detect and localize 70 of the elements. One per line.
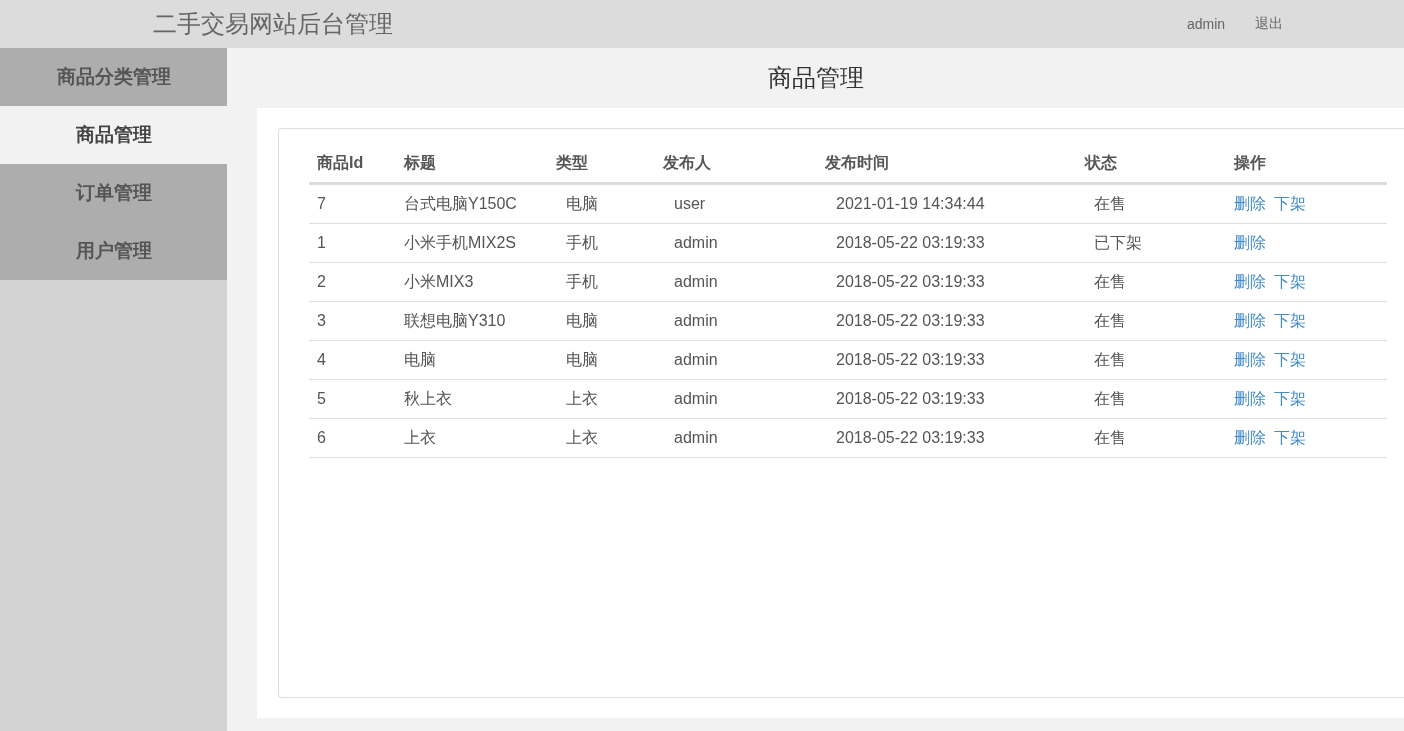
action-link[interactable]: 下架 bbox=[1274, 428, 1306, 446]
page-title: 商品管理 bbox=[766, 63, 865, 93]
table-cell: admin bbox=[655, 301, 817, 341]
table-cell: 2021-01-19 14:34:44 bbox=[817, 183, 1077, 224]
table-cell: admin bbox=[655, 379, 817, 419]
table-cell: 在售 bbox=[1077, 183, 1226, 224]
table-cell: 2018-05-22 03:19:33 bbox=[817, 301, 1077, 341]
table-cell: 3 bbox=[309, 301, 396, 341]
column-header: 标题 bbox=[396, 144, 548, 184]
action-link[interactable]: 下架 bbox=[1274, 389, 1306, 407]
table-cell: admin bbox=[655, 340, 817, 380]
action-link[interactable]: 删除 bbox=[1234, 350, 1266, 368]
table-cell: 小米MIX3 bbox=[396, 262, 548, 302]
site-title: 二手交易网站后台管理 bbox=[153, 9, 393, 39]
table-cell: 上衣 bbox=[548, 418, 655, 458]
action-link[interactable]: 下架 bbox=[1274, 311, 1306, 329]
table-cell: 上衣 bbox=[548, 379, 655, 419]
table-cell: 在售 bbox=[1077, 379, 1226, 419]
column-header: 发布时间 bbox=[817, 144, 1077, 184]
table-cell: 电脑 bbox=[548, 340, 655, 380]
table-cell: 在售 bbox=[1077, 340, 1226, 380]
table-cell: admin bbox=[655, 418, 817, 458]
table-cell: 上衣 bbox=[396, 418, 548, 458]
action-link[interactable]: 删除 bbox=[1234, 428, 1266, 446]
action-link[interactable]: 下架 bbox=[1274, 350, 1306, 368]
table-cell: 2018-05-22 03:19:33 bbox=[817, 340, 1077, 380]
table-cell: 1 bbox=[309, 223, 396, 263]
table-cell: 电脑 bbox=[396, 340, 548, 380]
username-link[interactable]: admin bbox=[1187, 16, 1226, 32]
table-cell: 台式电脑Y150C bbox=[396, 183, 548, 224]
sidebar-item[interactable]: 订单管理 bbox=[0, 164, 227, 222]
action-link[interactable]: 下架 bbox=[1274, 272, 1306, 290]
table-cell: 秋上衣 bbox=[396, 379, 548, 419]
table-cell: 2018-05-22 03:19:33 bbox=[817, 262, 1077, 302]
table-cell: 电脑 bbox=[548, 301, 655, 341]
table-cell: 在售 bbox=[1077, 262, 1226, 302]
action-link[interactable]: 删除 bbox=[1234, 272, 1266, 290]
action-link[interactable]: 删除 bbox=[1234, 233, 1266, 251]
table-cell: admin bbox=[655, 262, 817, 302]
logout-link[interactable]: 退出 bbox=[1255, 15, 1284, 33]
table-cell: 已下架 bbox=[1077, 223, 1226, 263]
sidebar-item[interactable]: 商品管理 bbox=[0, 106, 227, 164]
column-header: 类型 bbox=[548, 144, 655, 184]
table-cell: 2018-05-22 03:19:33 bbox=[817, 223, 1077, 263]
action-link[interactable]: 删除 bbox=[1234, 194, 1266, 212]
table-cell: user bbox=[655, 183, 817, 224]
action-link[interactable]: 删除 bbox=[1234, 389, 1266, 407]
table-cell: 电脑 bbox=[548, 183, 655, 224]
column-header: 商品Id bbox=[309, 144, 396, 184]
sidebar-item[interactable]: 商品分类管理 bbox=[0, 48, 227, 106]
table-cell: 2 bbox=[309, 262, 396, 302]
column-header: 发布人 bbox=[655, 144, 817, 184]
table-cell: admin bbox=[655, 223, 817, 263]
sidebar-item[interactable]: 用户管理 bbox=[0, 222, 227, 280]
table-cell: 手机 bbox=[548, 223, 655, 263]
table-cell: 手机 bbox=[548, 262, 655, 302]
column-header: 操作 bbox=[1226, 144, 1387, 184]
table-cell: 在售 bbox=[1077, 301, 1226, 341]
table-cell: 联想电脑Y310 bbox=[396, 301, 548, 341]
action-link[interactable]: 删除 bbox=[1234, 311, 1266, 329]
table-cell: 2018-05-22 03:19:33 bbox=[817, 379, 1077, 419]
table-cell: 7 bbox=[309, 183, 396, 224]
table-cell: 4 bbox=[309, 340, 396, 380]
column-header: 状态 bbox=[1077, 144, 1226, 184]
table-cell: 5 bbox=[309, 379, 396, 419]
table-cell: 6 bbox=[309, 418, 396, 458]
table-cell: 2018-05-22 03:19:33 bbox=[817, 418, 1077, 458]
table-cell: 在售 bbox=[1077, 418, 1226, 458]
table-cell: 小米手机MIX2S bbox=[396, 223, 548, 263]
action-link[interactable]: 下架 bbox=[1274, 194, 1306, 212]
